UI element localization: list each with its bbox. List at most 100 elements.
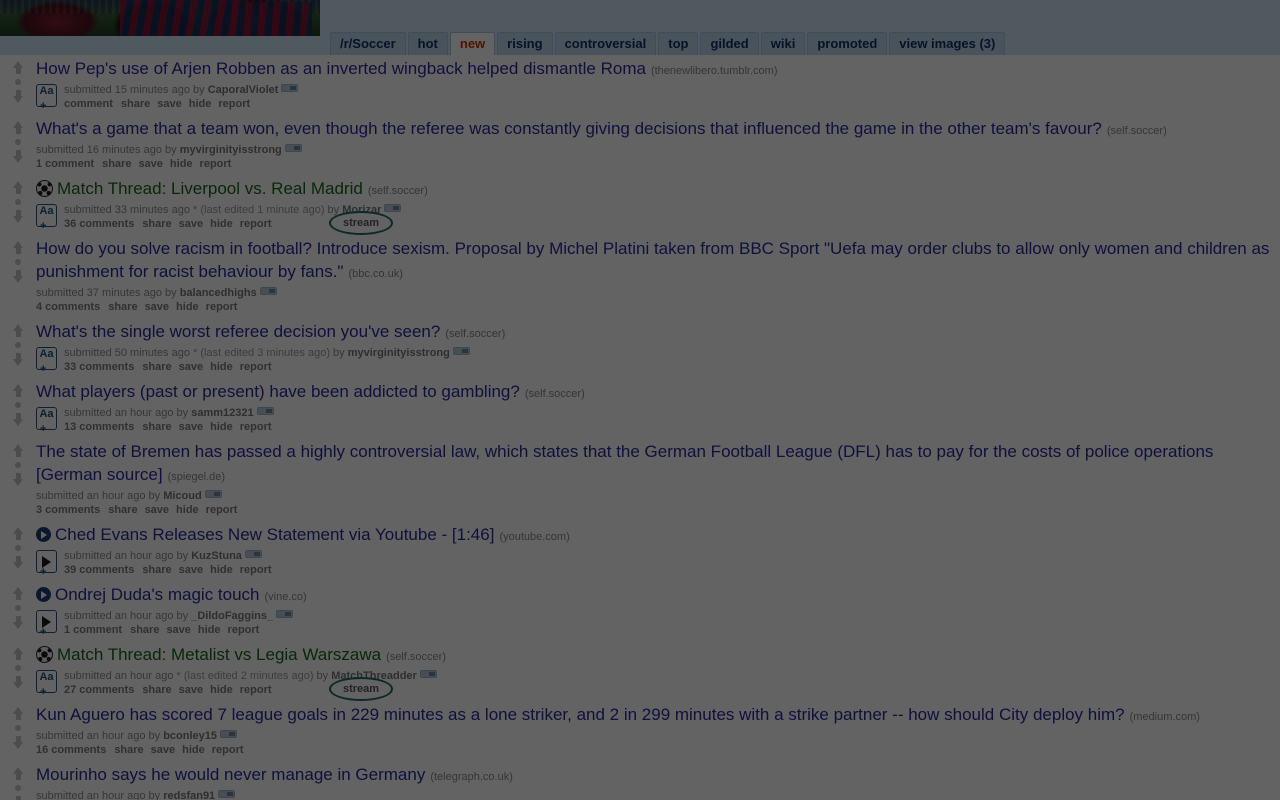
post-title-link[interactable]: What's the single worst referee decision…	[36, 322, 440, 341]
post-author-link[interactable]: myvirginityisstrong	[180, 144, 282, 156]
share-button[interactable]: share	[142, 564, 171, 576]
upvote-arrow-icon[interactable]	[11, 587, 26, 601]
self-post-thumbnail-icon[interactable]: Aa +	[36, 407, 58, 435]
upvote-arrow-icon[interactable]	[11, 444, 26, 458]
save-button[interactable]: save	[179, 564, 203, 576]
downvote-arrow-icon[interactable]	[11, 795, 26, 800]
hide-button[interactable]: hide	[210, 361, 233, 373]
report-button[interactable]: report	[218, 98, 250, 110]
share-button[interactable]: share	[108, 301, 137, 313]
tab-gilded[interactable]: gilded	[700, 32, 759, 55]
video-post-thumbnail-icon[interactable]: +	[36, 610, 58, 638]
share-button[interactable]: share	[102, 158, 131, 170]
tab-rising[interactable]: rising	[497, 32, 553, 55]
upvote-arrow-icon[interactable]	[11, 121, 26, 135]
video-post-thumbnail-icon[interactable]: +	[36, 550, 58, 578]
save-button[interactable]: save	[179, 421, 203, 433]
hide-button[interactable]: hide	[210, 684, 233, 696]
hide-button[interactable]: hide	[210, 218, 233, 230]
share-button[interactable]: share	[114, 744, 143, 756]
comments-link[interactable]: 27 comments	[64, 684, 134, 696]
post-domain[interactable]: (telegraph.co.uk)	[430, 771, 513, 783]
share-button[interactable]: share	[130, 624, 159, 636]
post-domain[interactable]: (self.soccer)	[525, 388, 585, 400]
save-button[interactable]: save	[145, 504, 169, 516]
comments-link[interactable]: 13 comments	[64, 421, 134, 433]
report-button[interactable]: report	[200, 158, 232, 170]
post-title-link[interactable]: Ched Evans Releases New Statement via Yo…	[55, 525, 494, 544]
report-button[interactable]: report	[240, 564, 272, 576]
tab-r-soccer[interactable]: /r/Soccer	[330, 32, 406, 55]
post-domain[interactable]: (spiegel.de)	[168, 471, 225, 483]
hide-button[interactable]: hide	[198, 624, 221, 636]
post-author-link[interactable]: CaporalViolet	[208, 84, 279, 96]
post-author-link[interactable]: Micoud	[163, 490, 202, 502]
post-author-link[interactable]: myvirginityisstrong	[348, 347, 450, 359]
report-button[interactable]: report	[240, 684, 272, 696]
stream-badge-button[interactable]: stream	[329, 677, 393, 701]
report-button[interactable]: report	[206, 504, 238, 516]
post-title-link[interactable]: Kun Aguero has scored 7 league goals in …	[36, 705, 1125, 724]
report-button[interactable]: report	[206, 301, 238, 313]
post-domain[interactable]: (self.soccer)	[386, 651, 446, 663]
downvote-arrow-icon[interactable]	[11, 209, 26, 223]
downvote-arrow-icon[interactable]	[11, 675, 26, 689]
upvote-arrow-icon[interactable]	[11, 324, 26, 338]
upvote-arrow-icon[interactable]	[11, 647, 26, 661]
hide-button[interactable]: hide	[170, 158, 193, 170]
save-button[interactable]: save	[157, 98, 181, 110]
save-button[interactable]: save	[179, 218, 203, 230]
tab-new[interactable]: new	[449, 32, 496, 56]
post-domain[interactable]: (self.soccer)	[1107, 125, 1167, 137]
upvote-arrow-icon[interactable]	[11, 707, 26, 721]
tab-hot[interactable]: hot	[407, 32, 448, 55]
downvote-arrow-icon[interactable]	[11, 615, 26, 629]
save-button[interactable]: save	[138, 158, 162, 170]
comments-link[interactable]: 36 comments	[64, 218, 134, 230]
hide-button[interactable]: hide	[189, 98, 212, 110]
post-author-link[interactable]: _DildoFaggins_	[191, 610, 273, 622]
post-title-link[interactable]: Match Thread: Metalist vs Legia Warszawa	[57, 645, 381, 664]
comments-link[interactable]: 39 comments	[64, 564, 134, 576]
downvote-arrow-icon[interactable]	[11, 412, 26, 426]
comments-link[interactable]: 3 comments	[36, 504, 100, 516]
post-author-link[interactable]: bconley15	[163, 730, 217, 742]
share-button[interactable]: share	[142, 421, 171, 433]
hide-button[interactable]: hide	[182, 744, 205, 756]
comments-link[interactable]: 33 comments	[64, 361, 134, 373]
report-button[interactable]: report	[212, 744, 244, 756]
post-domain[interactable]: (thenewlibero.tumblr.com)	[651, 65, 778, 77]
post-domain[interactable]: (self.soccer)	[368, 185, 428, 197]
post-author-link[interactable]: KuzStuna	[191, 550, 242, 562]
hide-button[interactable]: hide	[176, 504, 199, 516]
share-button[interactable]: share	[142, 361, 171, 373]
tab-wiki[interactable]: wiki	[760, 32, 806, 55]
upvote-arrow-icon[interactable]	[11, 384, 26, 398]
stream-badge-button[interactable]: stream	[329, 211, 393, 235]
upvote-arrow-icon[interactable]	[11, 527, 26, 541]
share-button[interactable]: share	[121, 98, 150, 110]
downvote-arrow-icon[interactable]	[11, 472, 26, 486]
comments-link[interactable]: 16 comments	[36, 744, 106, 756]
downvote-arrow-icon[interactable]	[11, 269, 26, 283]
tab-promoted[interactable]: promoted	[807, 32, 888, 55]
comments-link[interactable]: comment	[64, 98, 113, 110]
tab-controversial[interactable]: controversial	[554, 32, 657, 55]
post-domain[interactable]: (medium.com)	[1130, 711, 1200, 723]
post-domain[interactable]: (vine.co)	[265, 591, 307, 603]
downvote-arrow-icon[interactable]	[11, 735, 26, 749]
report-button[interactable]: report	[240, 361, 272, 373]
post-domain[interactable]: (bbc.co.uk)	[348, 268, 402, 280]
post-title-link[interactable]: What's a game that a team won, even thou…	[36, 119, 1102, 138]
post-domain[interactable]: (self.soccer)	[445, 328, 505, 340]
report-button[interactable]: report	[240, 421, 272, 433]
post-title-link[interactable]: How do you solve racism in football? Int…	[36, 239, 1269, 281]
downvote-arrow-icon[interactable]	[11, 89, 26, 103]
downvote-arrow-icon[interactable]	[11, 352, 26, 366]
upvote-arrow-icon[interactable]	[11, 61, 26, 75]
post-title-link[interactable]: Mourinho says he would never manage in G…	[36, 765, 425, 784]
post-title-link[interactable]: How Pep's use of Arjen Robben as an inve…	[36, 59, 646, 78]
comments-link[interactable]: 4 comments	[36, 301, 100, 313]
downvote-arrow-icon[interactable]	[11, 149, 26, 163]
post-author-link[interactable]: redsfan91	[163, 790, 215, 800]
